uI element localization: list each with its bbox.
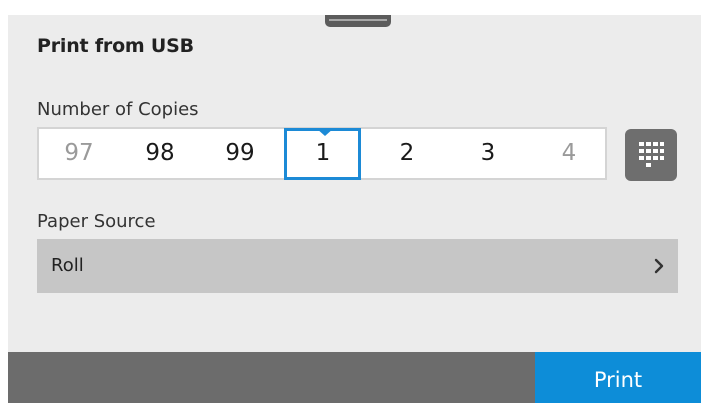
copies-option[interactable]: 97 bbox=[43, 129, 115, 178]
copies-option[interactable]: 99 bbox=[204, 129, 276, 178]
copies-option[interactable]: 3 bbox=[452, 129, 524, 178]
copies-spinner[interactable]: 97 98 99 1 2 3 4 bbox=[37, 127, 607, 180]
chevron-right-icon bbox=[654, 258, 664, 274]
copies-option[interactable]: 2 bbox=[371, 129, 443, 178]
copies-option-selected[interactable]: 1 bbox=[287, 129, 359, 178]
copies-option[interactable]: 4 bbox=[533, 129, 605, 178]
print-button[interactable]: Print bbox=[535, 352, 701, 403]
paper-source-value: Roll bbox=[51, 255, 84, 276]
copies-label: Number of Copies bbox=[37, 99, 199, 120]
page-title: Print from USB bbox=[37, 35, 194, 57]
print-from-usb-screen: Print from USB Number of Copies 97 98 99… bbox=[8, 15, 701, 403]
paper-source-label: Paper Source bbox=[37, 211, 156, 232]
paper-source-selector[interactable]: Roll bbox=[37, 239, 678, 293]
copies-option[interactable]: 98 bbox=[124, 129, 196, 178]
keypad-button[interactable] bbox=[625, 129, 677, 181]
handle-line bbox=[329, 19, 387, 21]
pull-down-handle[interactable] bbox=[325, 15, 391, 27]
keypad-icon bbox=[639, 142, 664, 167]
